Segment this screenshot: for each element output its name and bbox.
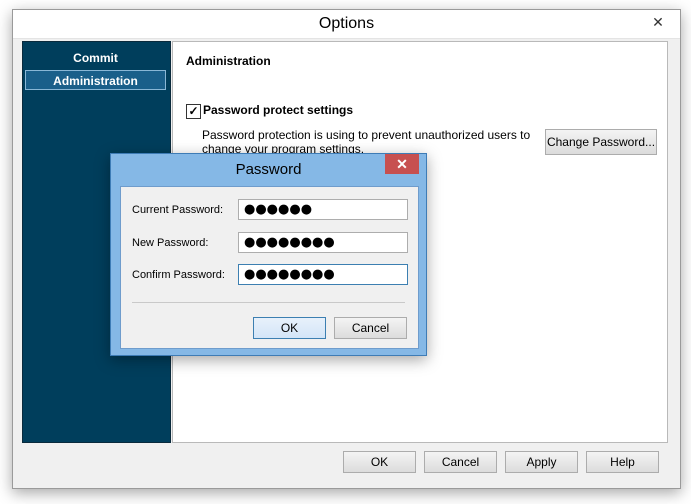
cancel-button[interactable]: Cancel bbox=[424, 451, 497, 473]
section-title: Administration bbox=[186, 54, 271, 68]
dialog-cancel-button[interactable]: Cancel bbox=[334, 317, 407, 339]
new-password-label: New Password: bbox=[132, 237, 209, 249]
title-bar: Options ✕ bbox=[13, 10, 680, 39]
confirm-password-label: Confirm Password: bbox=[132, 269, 225, 281]
dialog-ok-button[interactable]: OK bbox=[253, 317, 326, 339]
dialog-body: Current Password: ●●●●●● New Password: ●… bbox=[120, 186, 419, 349]
new-password-field[interactable]: ●●●●●●●● bbox=[238, 232, 408, 253]
close-icon[interactable]: ✕ bbox=[644, 13, 672, 31]
dialog-separator bbox=[132, 302, 405, 303]
password-protect-label[interactable]: Password protect settings bbox=[203, 103, 353, 117]
ok-button[interactable]: OK bbox=[343, 451, 416, 473]
help-button[interactable]: Help bbox=[586, 451, 659, 473]
sidebar-item-administration[interactable]: Administration bbox=[25, 70, 166, 90]
password-dialog: Password ✕ Current Password: ●●●●●● New … bbox=[110, 153, 427, 356]
current-password-label: Current Password: bbox=[132, 204, 224, 216]
dialog-close-icon[interactable]: ✕ bbox=[385, 154, 419, 174]
dialog-title: Password bbox=[235, 161, 302, 178]
current-password-field[interactable]: ●●●●●● bbox=[238, 199, 408, 220]
change-password-button[interactable]: Change Password... bbox=[545, 129, 657, 155]
confirm-password-field[interactable]: ●●●●●●●● bbox=[238, 264, 408, 285]
apply-button[interactable]: Apply bbox=[505, 451, 578, 473]
sidebar-item-commit[interactable]: Commit bbox=[25, 48, 166, 68]
password-protect-checkbox[interactable]: ✓ bbox=[186, 104, 201, 119]
description-text: Password protection is using to prevent … bbox=[202, 128, 531, 156]
window-title: Options bbox=[318, 15, 375, 32]
